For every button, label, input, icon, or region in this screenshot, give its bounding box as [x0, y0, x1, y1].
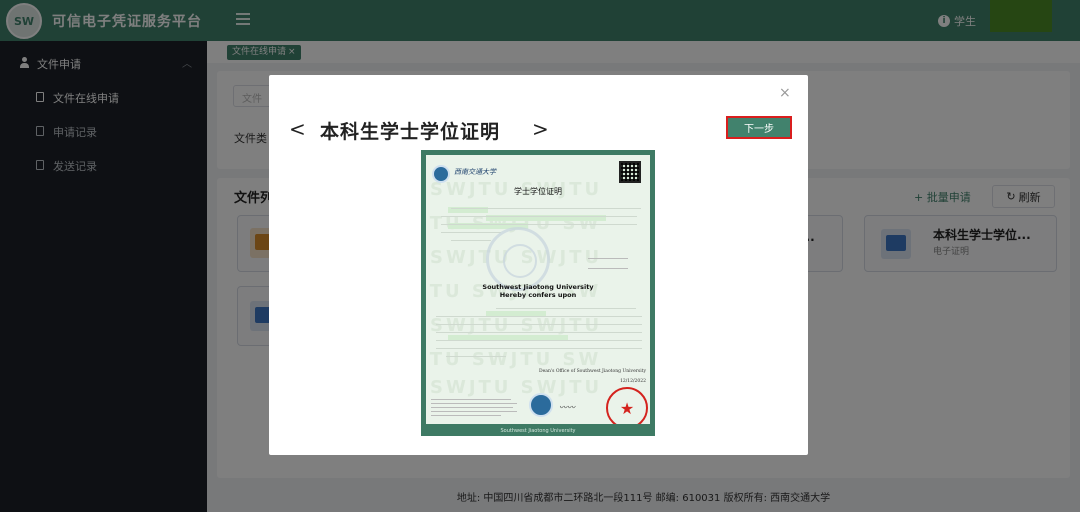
university-emblem: [432, 165, 450, 183]
watermark-seal: [486, 227, 550, 291]
modal-title: 本科生学士学位证明: [320, 121, 501, 143]
certificate-en-signature: Dean's Office of Southwest Jiaotong Univ…: [539, 369, 646, 374]
certificate-en-date: 12/12/2022: [620, 379, 646, 384]
star-icon: ★: [619, 398, 635, 418]
university-emblem: [529, 393, 553, 417]
next-step-button[interactable]: 下一步: [726, 116, 792, 139]
certificate-english-body: [436, 301, 642, 357]
certificate-english-title-2: Hereby confers upon: [499, 291, 577, 299]
certificate-english-title: Southwest Jiaotong University Hereby con…: [426, 283, 650, 299]
certificate-bottom-caption: Southwest Jiaotong University: [500, 428, 576, 434]
close-icon[interactable]: ×: [779, 86, 791, 100]
certificate-footer-notes: [431, 396, 521, 416]
certificate-school-name: 西南交通大学: [454, 168, 496, 176]
certificate-paper: SWJTU SWJTU JTU SWJTU SW SWJTU SWJTU JTU…: [426, 155, 650, 424]
certificate-footer: 〰〰 ★: [426, 387, 650, 424]
handwritten-signature: 〰〰: [559, 403, 575, 412]
certificate-english-title-1: Southwest Jiaotong University: [482, 283, 594, 291]
certificate-chinese-signature: [588, 253, 628, 269]
qr-code: [619, 161, 641, 183]
prev-arrow-button[interactable]: <: [289, 117, 306, 141]
certificate-image: SWJTU SWJTU JTU SWJTU SW SWJTU SWJTU JTU…: [421, 150, 655, 436]
red-seal-stamp: ★: [606, 387, 648, 424]
certificate-heading: 学士学位证明: [514, 187, 562, 196]
certificate-chinese-body: [441, 201, 641, 241]
certificate-english-signature: Dean's Office of Southwest Jiaotong Univ…: [536, 367, 646, 387]
next-arrow-button[interactable]: >: [532, 117, 549, 141]
certificate-preview-modal: × < 本科生学士学位证明 > 下一步 SWJTU SWJTU JTU SWJT…: [269, 75, 808, 455]
